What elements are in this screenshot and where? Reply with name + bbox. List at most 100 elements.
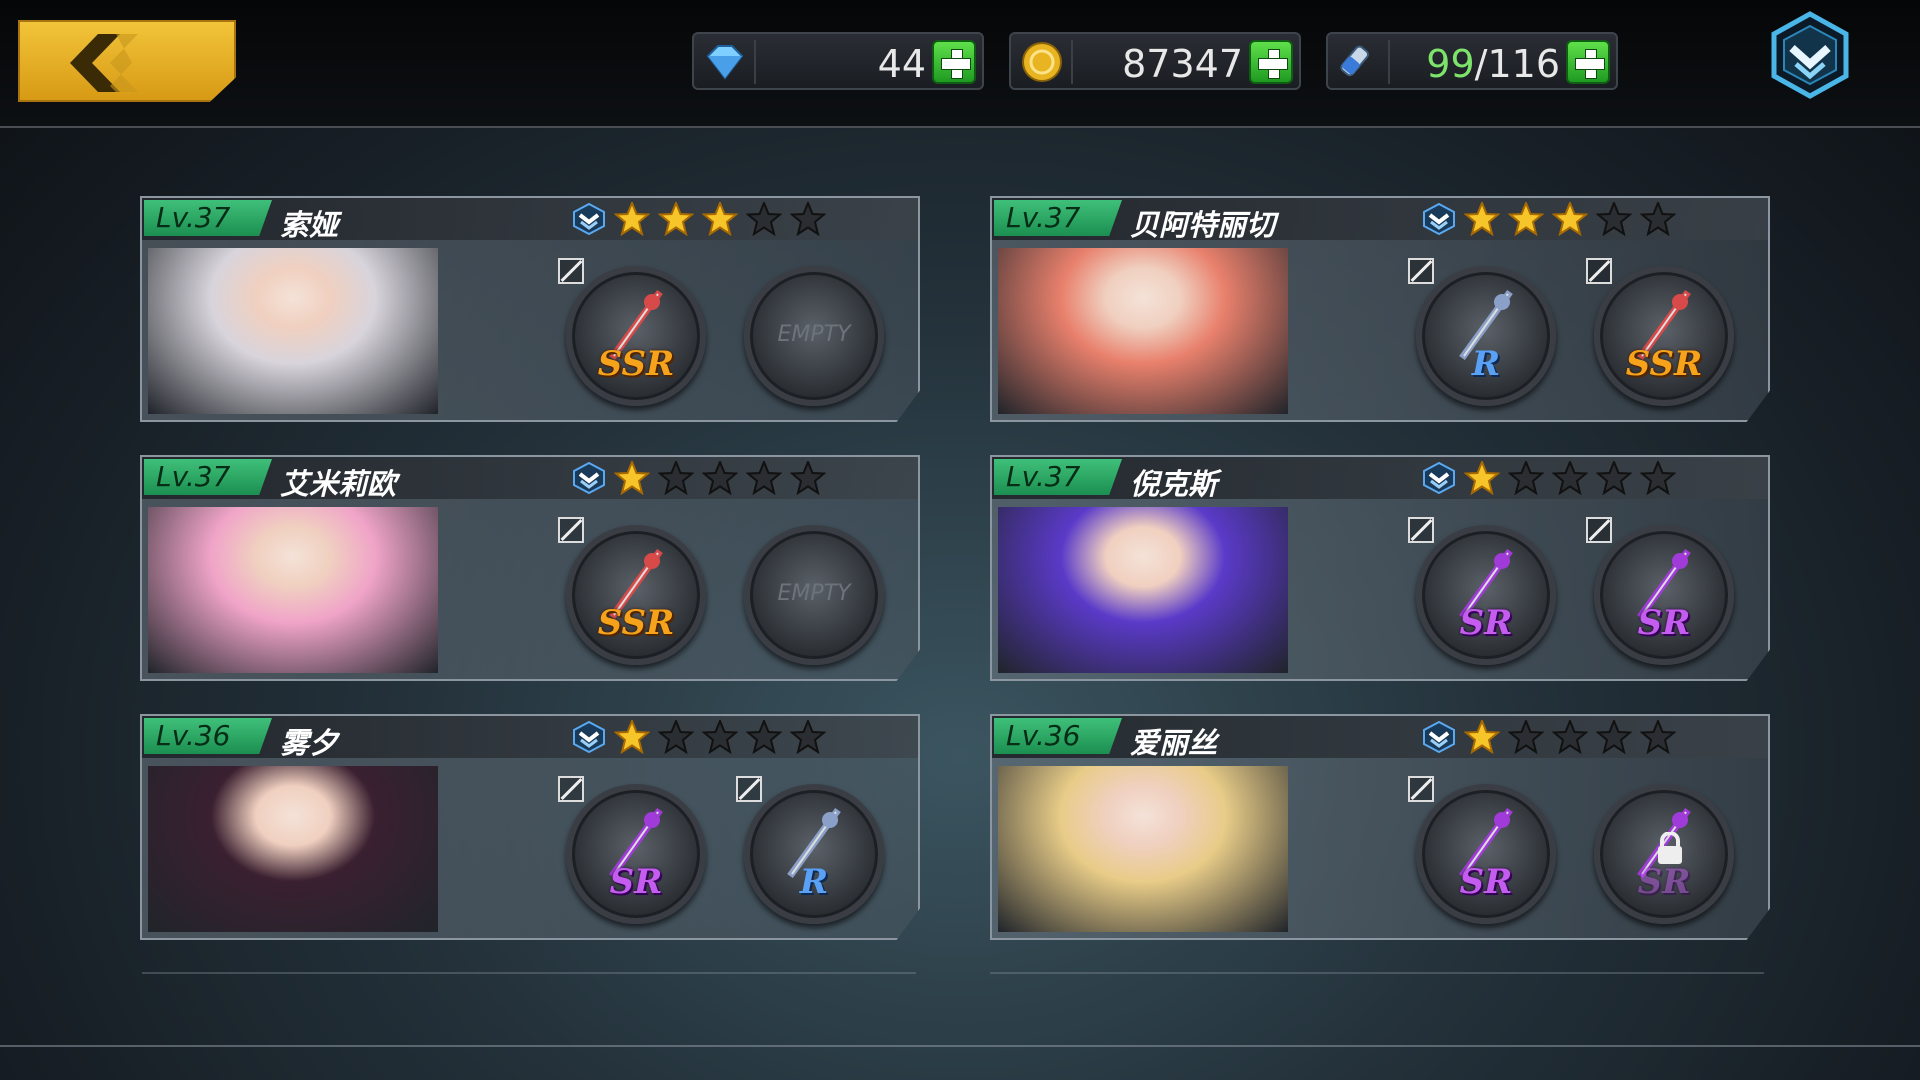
character-portrait[interactable] <box>998 766 1288 932</box>
star-filled-icon <box>614 461 650 495</box>
edit-icon[interactable] <box>736 776 762 802</box>
stamina-potion-icon <box>1336 42 1382 82</box>
equipment-slot[interactable]: SR <box>1586 517 1734 665</box>
star-empty-icon <box>1552 720 1588 754</box>
star-empty-icon <box>658 720 694 754</box>
stamina-counter: 99/116 <box>1326 32 1618 90</box>
character-portrait[interactable] <box>148 248 438 414</box>
star-rating <box>1464 461 1676 495</box>
character-name: 索娅 <box>280 208 339 242</box>
edit-icon[interactable] <box>1408 258 1434 284</box>
character-name: 爱丽丝 <box>1130 726 1218 760</box>
rank-chevron-icon <box>1423 461 1455 495</box>
equipment-slot[interactable]: SR <box>1408 776 1556 924</box>
star-filled-icon <box>1508 202 1544 236</box>
star-empty-icon <box>746 202 782 236</box>
star-empty-icon <box>1640 202 1676 236</box>
chevron-left-icon <box>70 34 138 92</box>
equipment-slot[interactable]: SSR <box>1586 258 1734 406</box>
equipment-slot[interactable]: SSR <box>558 517 706 665</box>
empty-label: EMPTY <box>777 581 851 606</box>
rarity-label: SR <box>1459 862 1513 902</box>
diamond-value: 44 <box>877 42 926 86</box>
rank-chevron-icon <box>1423 202 1455 236</box>
equipment-slot[interactable]: R <box>736 776 884 924</box>
edit-icon[interactable] <box>558 776 584 802</box>
star-filled-icon <box>614 720 650 754</box>
star-empty-icon <box>790 720 826 754</box>
left-divider <box>142 972 916 974</box>
character-name: 艾米莉欧 <box>280 467 397 501</box>
star-empty-icon <box>1508 461 1544 495</box>
equipment-slot[interactable]: SR <box>1594 784 1734 924</box>
rank-chevron-icon <box>573 461 605 495</box>
gold-counter: 87347 <box>1009 32 1301 90</box>
rarity-label: SR <box>1637 603 1691 643</box>
edit-icon[interactable] <box>558 517 584 543</box>
edit-icon[interactable] <box>1408 517 1434 543</box>
equipment-slot[interactable]: SSR <box>558 258 706 406</box>
edit-icon[interactable] <box>1408 776 1434 802</box>
rarity-label: SR <box>609 862 663 902</box>
equipment-slot[interactable]: R <box>1408 258 1556 406</box>
lock-icon <box>1658 832 1682 864</box>
menu-button[interactable] <box>1768 10 1852 100</box>
character-card[interactable]: Lv.36 雾夕 SR R <box>140 714 920 940</box>
star-filled-icon <box>658 202 694 236</box>
rarity-label: R <box>1471 344 1501 384</box>
equipment-slot-empty[interactable]: EMPTY <box>744 525 884 665</box>
character-card[interactable]: Lv.37 艾米莉欧 SSR EMPTY <box>140 455 920 681</box>
star-empty-icon <box>746 720 782 754</box>
star-empty-icon <box>790 202 826 236</box>
add-gold-button[interactable] <box>1249 40 1293 84</box>
star-rating <box>1464 202 1676 236</box>
star-empty-icon <box>1552 461 1588 495</box>
level-badge: Lv.37 <box>144 459 272 495</box>
character-portrait[interactable] <box>998 248 1288 414</box>
star-empty-icon <box>1596 202 1632 236</box>
star-filled-icon <box>1552 202 1588 236</box>
star-rating <box>614 461 826 495</box>
stamina-value: 99/116 <box>1426 42 1560 86</box>
equipment-slot[interactable]: SR <box>1408 517 1556 665</box>
star-filled-icon <box>702 202 738 236</box>
star-rating <box>1464 720 1676 754</box>
level-badge: Lv.36 <box>144 718 272 754</box>
rarity-label: SR <box>1637 862 1691 902</box>
star-rating <box>614 720 826 754</box>
rank-chevron-icon <box>573 202 605 236</box>
add-diamond-button[interactable] <box>932 40 976 84</box>
rarity-label: SR <box>1459 603 1513 643</box>
star-filled-icon <box>1464 202 1500 236</box>
character-card[interactable]: Lv.37 倪克斯 SR SR <box>990 455 1770 681</box>
chevron-down-shield-icon <box>1771 11 1849 99</box>
level-badge: Lv.37 <box>144 200 272 236</box>
edit-icon[interactable] <box>558 258 584 284</box>
stamina-current: 99 <box>1426 42 1475 86</box>
stamina-max: /116 <box>1474 42 1560 86</box>
gold-value: 87347 <box>1122 42 1243 86</box>
character-card[interactable]: Lv.36 爱丽丝 SR SR <box>990 714 1770 940</box>
diamond-icon <box>702 42 748 82</box>
back-button[interactable] <box>18 20 236 102</box>
star-empty-icon <box>1640 720 1676 754</box>
edit-icon[interactable] <box>1586 258 1612 284</box>
top-bar: 44 87347 99/116 <box>0 0 1920 128</box>
character-portrait[interactable] <box>148 766 438 932</box>
gold-coin-icon <box>1019 42 1065 82</box>
edit-icon[interactable] <box>1586 517 1612 543</box>
character-card[interactable]: Lv.37 索娅 SSR EMPTY <box>140 196 920 422</box>
star-empty-icon <box>790 461 826 495</box>
rarity-label: SSR <box>597 603 675 643</box>
add-stamina-button[interactable] <box>1566 40 1610 84</box>
star-empty-icon <box>702 720 738 754</box>
diamond-counter: 44 <box>692 32 984 90</box>
equipment-slot[interactable]: SR <box>558 776 706 924</box>
character-name: 倪克斯 <box>1130 467 1218 501</box>
right-divider <box>990 972 1764 974</box>
equipment-slot-empty[interactable]: EMPTY <box>744 266 884 406</box>
character-portrait[interactable] <box>148 507 438 673</box>
character-card[interactable]: Lv.37 贝阿特丽切 R SSR <box>990 196 1770 422</box>
character-portrait[interactable] <box>998 507 1288 673</box>
character-name: 贝阿特丽切 <box>1130 208 1276 242</box>
